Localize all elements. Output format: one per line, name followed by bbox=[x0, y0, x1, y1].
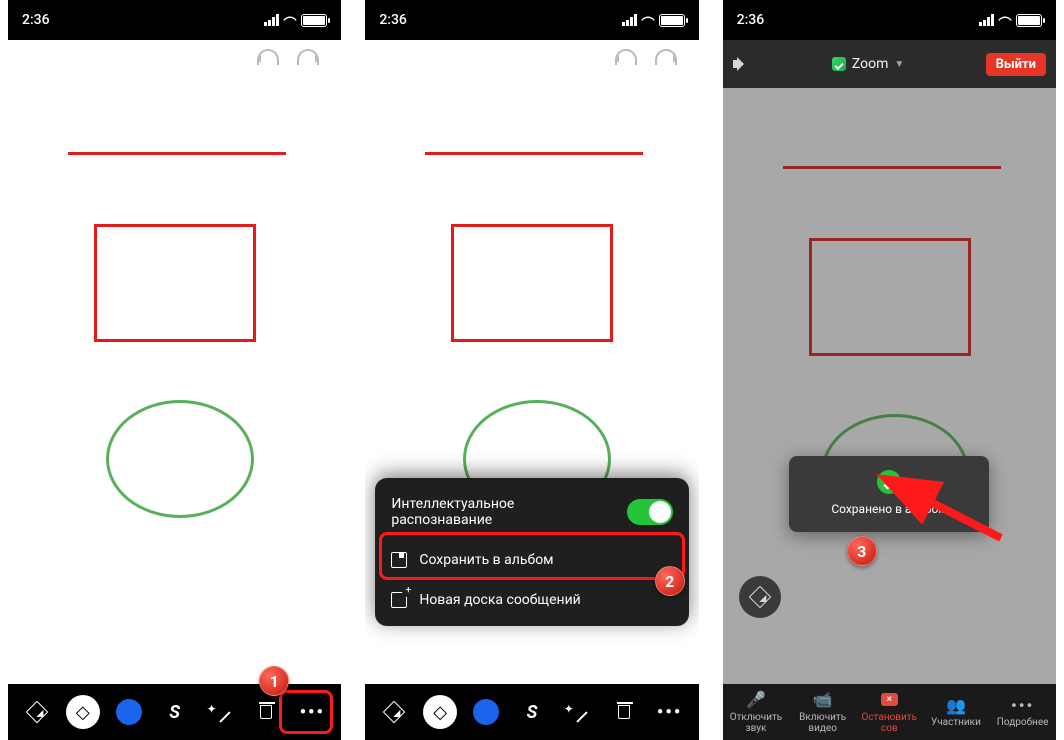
wand-icon bbox=[567, 702, 589, 723]
canvas-top-actions bbox=[365, 40, 698, 74]
edit-fab[interactable] bbox=[739, 576, 781, 618]
verified-icon bbox=[832, 57, 846, 71]
stop-icon: × bbox=[881, 691, 898, 709]
save-to-album-label: Сохранить в альбом bbox=[419, 552, 553, 568]
pencil-icon bbox=[748, 586, 771, 609]
pencil-tool[interactable] bbox=[20, 695, 54, 729]
step-badge-2: 2 bbox=[655, 566, 685, 596]
people-icon: 👥 bbox=[946, 696, 966, 714]
undo-icon[interactable] bbox=[615, 49, 637, 65]
stop-share-button[interactable]: × Остановить сов bbox=[857, 691, 921, 734]
meeting-bottom-bar: 🎤 Отключить звук 📹 Включить видео × Оста… bbox=[723, 684, 1056, 740]
color-tool[interactable] bbox=[469, 695, 503, 729]
redo-icon[interactable] bbox=[297, 49, 319, 65]
wifi-icon bbox=[998, 13, 1012, 27]
dots-icon: ••• bbox=[1011, 696, 1034, 714]
pencil-tool[interactable] bbox=[377, 695, 411, 729]
drawn-rectangle bbox=[451, 224, 613, 342]
battery-icon bbox=[1016, 14, 1042, 27]
redo-icon[interactable] bbox=[655, 49, 677, 65]
smart-recognition-label: Интеллектуальное распознавание bbox=[391, 496, 514, 528]
undo-icon[interactable] bbox=[257, 49, 279, 65]
shape-tool[interactable]: S bbox=[158, 695, 192, 729]
status-bar: 2:36 bbox=[365, 0, 698, 40]
drawn-ellipse bbox=[106, 400, 254, 518]
smart-recognition-row[interactable]: Интеллектуальное распознавание bbox=[375, 484, 688, 540]
participants-label: Участники bbox=[931, 717, 981, 728]
new-board-row[interactable]: Новая доска сообщений bbox=[375, 580, 688, 620]
clock: 2:36 bbox=[737, 12, 765, 28]
mute-button[interactable]: 🎤 Отключить звук bbox=[724, 691, 788, 734]
camera-icon: 📹 bbox=[813, 691, 833, 709]
shared-whiteboard: Сохранено в альбом 3 bbox=[723, 88, 1056, 684]
delete-tool[interactable] bbox=[249, 695, 283, 729]
whiteboard-canvas[interactable] bbox=[8, 74, 341, 684]
more-button[interactable]: ••• Подробнее bbox=[991, 696, 1055, 728]
signal-icon bbox=[979, 14, 994, 26]
wand-icon bbox=[209, 702, 231, 723]
wifi-icon bbox=[283, 13, 297, 27]
participants-button[interactable]: 👥 Участники bbox=[924, 696, 988, 728]
video-label: Включить видео bbox=[791, 712, 855, 734]
magic-tool[interactable] bbox=[561, 695, 595, 729]
trash-icon bbox=[260, 705, 272, 719]
mute-label: Отключить звук bbox=[724, 712, 788, 734]
color-dot-icon bbox=[473, 699, 499, 725]
drawn-line bbox=[68, 152, 286, 155]
microphone-icon: 🎤 bbox=[746, 691, 766, 709]
pencil-icon bbox=[383, 701, 406, 724]
battery-icon bbox=[301, 14, 327, 27]
meeting-title[interactable]: Zoom ▼ bbox=[832, 56, 904, 72]
signal-icon bbox=[264, 14, 279, 26]
step-badge-3: 3 bbox=[847, 536, 877, 566]
drawing-toolbar: ◇ S ••• bbox=[365, 684, 698, 740]
magic-tool[interactable] bbox=[204, 695, 238, 729]
delete-tool[interactable] bbox=[607, 695, 641, 729]
eraser-tool[interactable]: ◇ bbox=[66, 695, 100, 729]
signal-icon bbox=[622, 14, 637, 26]
wifi-icon bbox=[641, 13, 655, 27]
chevron-down-icon: ▼ bbox=[894, 59, 904, 70]
trash-icon bbox=[618, 705, 630, 719]
drawn-rectangle bbox=[94, 224, 256, 342]
save-icon bbox=[391, 552, 407, 568]
clock: 2:36 bbox=[379, 12, 407, 28]
canvas-top-actions bbox=[8, 40, 341, 74]
meeting-title-label: Zoom bbox=[852, 56, 889, 72]
status-icons bbox=[622, 13, 685, 27]
drawing-toolbar: ◇ S ••• bbox=[8, 684, 341, 740]
shape-tool[interactable]: S bbox=[515, 695, 549, 729]
whiteboard-canvas[interactable]: Интеллектуальное распознавание Сохранить… bbox=[365, 74, 698, 684]
status-bar: 2:36 bbox=[8, 0, 341, 40]
phone-screenshot-2: 2:36 Интеллектуальное распознавание bbox=[365, 0, 698, 740]
phone-screenshot-3: 2:36 Zoom ▼ Выйти Сохранено в альб bbox=[723, 0, 1056, 740]
exit-button[interactable]: Выйти bbox=[986, 53, 1046, 76]
status-icons bbox=[979, 13, 1042, 27]
phone-screenshot-1: 2:36 ◇ S ••• 1 bbox=[8, 0, 341, 740]
drawn-line bbox=[425, 152, 643, 155]
eraser-tool[interactable]: ◇ bbox=[423, 695, 457, 729]
pencil-icon bbox=[26, 701, 49, 724]
color-dot-icon bbox=[116, 699, 142, 725]
stop-label: Остановить сов bbox=[857, 712, 921, 734]
more-tool[interactable]: ••• bbox=[653, 695, 687, 729]
new-board-label: Новая доска сообщений bbox=[419, 592, 580, 608]
check-icon bbox=[877, 470, 901, 494]
clock: 2:36 bbox=[22, 12, 50, 28]
status-bar: 2:36 bbox=[723, 0, 1056, 40]
toast-text: Сохранено в альбом bbox=[801, 502, 977, 516]
video-button[interactable]: 📹 Включить видео bbox=[791, 691, 855, 734]
more-label: Подробнее bbox=[997, 717, 1049, 728]
more-popup: Интеллектуальное распознавание Сохранить… bbox=[375, 478, 688, 626]
new-board-icon bbox=[391, 592, 407, 608]
save-to-album-row[interactable]: Сохранить в альбом bbox=[375, 540, 688, 580]
battery-icon bbox=[659, 14, 685, 27]
speaker-icon[interactable] bbox=[733, 57, 751, 71]
meeting-top-bar: Zoom ▼ Выйти bbox=[723, 40, 1056, 88]
smart-recognition-toggle[interactable] bbox=[627, 499, 673, 525]
saved-toast: Сохранено в альбом bbox=[789, 456, 989, 532]
more-tool[interactable]: ••• bbox=[295, 695, 329, 729]
color-tool[interactable] bbox=[112, 695, 146, 729]
status-icons bbox=[264, 13, 327, 27]
